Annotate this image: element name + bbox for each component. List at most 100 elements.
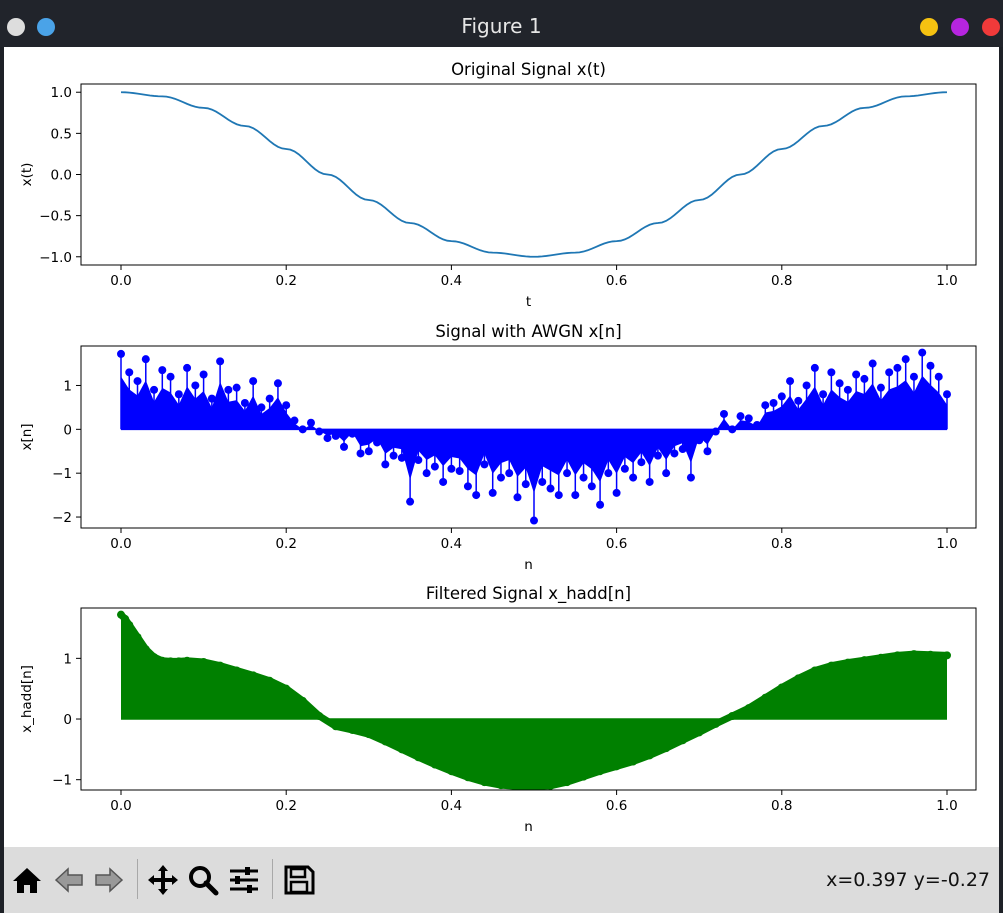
x-tick-label: 0.8	[771, 536, 792, 552]
navigation-toolbar: x=0.397 y=-0.27	[4, 847, 999, 913]
data-point	[216, 661, 225, 670]
data-point	[885, 368, 894, 377]
window-title: Figure 1	[461, 14, 542, 38]
data-point	[546, 484, 555, 493]
minimize-button[interactable]	[920, 18, 938, 36]
data-point	[381, 737, 390, 746]
configure-subplots-icon[interactable]	[227, 863, 261, 897]
subplot-1	[76, 83, 977, 270]
y-tick-label: 1	[63, 651, 72, 667]
x-axis-label: n	[524, 819, 533, 835]
data-point	[306, 418, 315, 427]
data-point	[397, 453, 406, 462]
figure-canvas[interactable]: 0.0 0.2 0.4 0.6 0.8 1.0 1.0 0.5 0.0 −0.5 −1.0 Origi…	[4, 47, 999, 847]
y-tick-label: −2	[52, 510, 72, 526]
y-tick-label: 0	[63, 712, 72, 728]
data-point	[224, 385, 233, 394]
x-axis-label: t	[526, 294, 531, 310]
data-point	[909, 372, 918, 381]
x-tick-label: 0.4	[441, 536, 462, 552]
data-point	[174, 657, 183, 666]
data-point	[331, 722, 340, 731]
data-point	[249, 377, 258, 386]
data-point	[397, 745, 406, 754]
data-point	[174, 390, 183, 399]
data-point	[513, 782, 522, 790]
data-point	[455, 466, 464, 475]
data-point	[835, 379, 844, 388]
y-tick-label: 1	[63, 378, 72, 394]
data-point	[629, 473, 638, 482]
home-icon[interactable]	[10, 863, 44, 897]
data-point	[472, 491, 481, 500]
data-point	[290, 416, 299, 425]
data-point	[843, 658, 852, 667]
x-tick-label: 1.0	[936, 798, 957, 814]
x-tick-label: 0.6	[606, 536, 627, 552]
data-point	[356, 449, 365, 458]
y-tick-label: 0.5	[51, 126, 72, 142]
data-marks	[117, 348, 951, 525]
x-tick-label: 1.0	[936, 536, 957, 552]
save-icon[interactable]	[282, 863, 316, 897]
maximize-button[interactable]	[951, 18, 969, 36]
data-point	[496, 473, 505, 482]
data-marks	[120, 91, 948, 258]
forward-icon[interactable]	[92, 863, 126, 897]
data-point	[480, 778, 489, 787]
data-point	[612, 762, 621, 771]
data-point	[695, 436, 704, 445]
data-point	[645, 751, 654, 760]
x-tick-label: 0.0	[110, 798, 131, 814]
data-point	[166, 372, 175, 381]
data-point	[703, 447, 712, 456]
data-point	[761, 693, 770, 702]
data-point	[629, 757, 638, 766]
data-point	[827, 368, 836, 377]
data-point	[686, 473, 695, 482]
data-point	[158, 656, 167, 665]
data-point	[777, 683, 786, 692]
x-axis-label: n	[524, 557, 533, 573]
data-point	[662, 469, 671, 478]
data-point	[662, 744, 671, 753]
data-point	[943, 651, 951, 660]
data-point	[637, 458, 646, 467]
data-point	[207, 394, 216, 403]
data-point	[678, 736, 687, 745]
x-tick-label: 0.4	[441, 273, 462, 289]
data-point	[860, 374, 869, 383]
y-axis-label: x(t)	[19, 163, 35, 187]
back-icon[interactable]	[52, 863, 86, 897]
data-point	[183, 363, 192, 372]
close-button[interactable]	[982, 18, 1000, 36]
data-point	[298, 696, 307, 705]
x-tick-label: 0.8	[771, 798, 792, 814]
subplot-3	[76, 607, 977, 795]
data-point	[348, 725, 357, 734]
data-point	[753, 420, 762, 429]
data-point	[810, 666, 819, 675]
data-point	[860, 656, 869, 665]
data-point	[620, 464, 629, 473]
data-point	[447, 464, 456, 473]
data-point	[943, 390, 951, 399]
data-point	[678, 445, 687, 454]
data-point	[794, 674, 803, 683]
pan-icon[interactable]	[146, 863, 180, 897]
data-point	[719, 409, 728, 418]
zoom-icon[interactable]	[186, 863, 220, 897]
data-point	[389, 451, 398, 460]
data-point	[521, 480, 530, 489]
data-point	[934, 372, 943, 381]
cursor-coordinates: x=0.397 y=-0.27	[826, 869, 990, 891]
data-point	[786, 377, 795, 386]
data-point	[125, 620, 134, 629]
data-point	[546, 781, 555, 790]
data-point	[802, 381, 811, 390]
data-point	[695, 728, 704, 737]
data-point	[554, 491, 563, 500]
data-point	[612, 488, 621, 497]
data-point	[810, 363, 819, 372]
data-point	[282, 684, 291, 693]
